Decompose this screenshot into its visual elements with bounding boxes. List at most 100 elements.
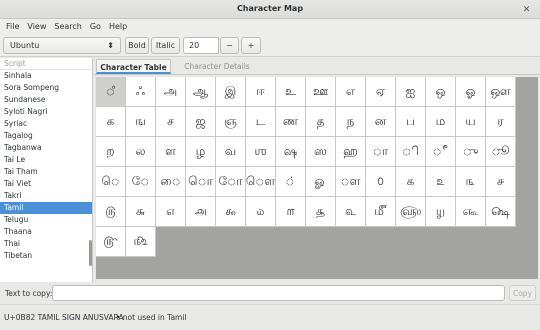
menu-help[interactable]: Help: [109, 22, 127, 31]
character-cell[interactable]: ௭: [156, 197, 186, 227]
character-cell[interactable]: ட: [246, 107, 276, 137]
character-cell[interactable]: ௨: [426, 167, 456, 197]
character-cell[interactable]: ஓ: [456, 77, 486, 107]
character-cell[interactable]: ௲: [306, 197, 336, 227]
character-cell[interactable]: ◌ௌ: [246, 167, 276, 197]
script-item[interactable]: Syriac: [0, 118, 92, 130]
character-cell[interactable]: ௹: [96, 227, 126, 257]
decrease-size-button[interactable]: −: [220, 37, 239, 54]
character-cell[interactable]: ஜ: [186, 107, 216, 137]
character-cell[interactable]: ச: [156, 107, 186, 137]
character-cell[interactable]: ◌ூ: [486, 137, 516, 167]
character-cell[interactable]: ◌ா: [366, 137, 396, 167]
menu-search[interactable]: Search: [54, 22, 81, 31]
menu-go[interactable]: Go: [90, 22, 101, 31]
character-cell[interactable]: ◌ஂ: [96, 77, 126, 107]
script-item[interactable]: Tamil: [0, 202, 92, 214]
menu-view[interactable]: View: [27, 22, 46, 31]
character-cell[interactable]: ஸ: [306, 137, 336, 167]
italic-button[interactable]: Italic: [151, 37, 180, 54]
character-cell[interactable]: இ: [216, 77, 246, 107]
character-cell[interactable]: த: [306, 107, 336, 137]
copy-text-input[interactable]: [52, 285, 505, 301]
character-cell[interactable]: ன: [366, 107, 396, 137]
increase-size-button[interactable]: +: [241, 37, 261, 54]
character-cell[interactable]: ஷ: [276, 137, 306, 167]
character-cell[interactable]: ழ: [186, 137, 216, 167]
character-cell[interactable]: ஐ: [396, 77, 426, 107]
character-cell[interactable]: ◌்: [276, 167, 306, 197]
character-cell[interactable]: ◌ொ: [186, 167, 216, 197]
bold-button[interactable]: Bold: [125, 37, 149, 54]
character-cell[interactable]: ௸: [486, 197, 516, 227]
character-cell[interactable]: எ: [336, 77, 366, 107]
character-cell[interactable]: ◌ௗ: [336, 167, 366, 197]
font-selector[interactable]: Ubuntu ⬍: [3, 37, 121, 54]
menu-file[interactable]: File: [6, 22, 19, 31]
character-cell[interactable]: ௱: [276, 197, 306, 227]
script-item[interactable]: Sinhala: [0, 70, 92, 82]
script-item[interactable]: Tagalog: [0, 130, 92, 142]
character-cell[interactable]: ௯: [216, 197, 246, 227]
character-cell[interactable]: ௪: [486, 167, 516, 197]
character-cell[interactable]: ௩: [456, 167, 486, 197]
script-item[interactable]: Sundanese: [0, 94, 92, 106]
character-cell[interactable]: ம: [426, 107, 456, 137]
script-item[interactable]: Tai Tham: [0, 166, 92, 178]
character-cell[interactable]: ◌ே: [126, 167, 156, 197]
character-cell[interactable]: ◌ெ: [96, 167, 126, 197]
character-cell[interactable]: ௳: [336, 197, 366, 227]
character-cell[interactable]: ண: [276, 107, 306, 137]
character-cell[interactable]: ௫: [96, 197, 126, 227]
character-cell[interactable]: ◌ீ: [426, 137, 456, 167]
character-cell[interactable]: ல: [126, 137, 156, 167]
script-item[interactable]: Tagbanwa: [0, 142, 92, 154]
character-cell[interactable]: ள: [156, 137, 186, 167]
character-cell[interactable]: ௺: [126, 227, 156, 257]
character-cell[interactable]: உ: [276, 77, 306, 107]
character-cell[interactable]: ஒ: [426, 77, 456, 107]
character-cell[interactable]: ௦: [366, 167, 396, 197]
character-cell[interactable]: ◌ு: [456, 137, 486, 167]
character-cell[interactable]: ந: [336, 107, 366, 137]
script-item[interactable]: Thai: [0, 238, 92, 250]
script-item[interactable]: Tai Viet: [0, 178, 92, 190]
character-cell[interactable]: ற: [96, 137, 126, 167]
character-cell[interactable]: ௧: [396, 167, 426, 197]
tab-character-table[interactable]: Character Table: [96, 59, 171, 74]
character-cell[interactable]: ௐ: [306, 167, 336, 197]
character-cell[interactable]: ஆ: [186, 77, 216, 107]
character-cell[interactable]: ஊ: [306, 77, 336, 107]
scrollbar-thumb[interactable]: [89, 240, 92, 266]
script-item[interactable]: Sora Sompeng: [0, 82, 92, 94]
script-item[interactable]: Tibetan: [0, 250, 92, 262]
character-cell[interactable]: ௰: [246, 197, 276, 227]
character-cell[interactable]: வ: [216, 137, 246, 167]
script-item[interactable]: Thaana: [0, 226, 92, 238]
script-item[interactable]: Takri: [0, 190, 92, 202]
tab-character-details[interactable]: Character Details: [180, 59, 254, 74]
character-cell[interactable]: ௵: [396, 197, 426, 227]
character-cell[interactable]: ௮: [186, 197, 216, 227]
character-cell[interactable]: ய: [456, 107, 486, 137]
character-cell[interactable]: ◌ோ: [216, 167, 246, 197]
font-size-input[interactable]: 20: [183, 37, 219, 54]
character-cell[interactable]: ◌ை: [156, 167, 186, 197]
character-cell[interactable]: ப: [396, 107, 426, 137]
character-cell[interactable]: ௬: [126, 197, 156, 227]
character-cell[interactable]: ங: [126, 107, 156, 137]
character-cell[interactable]: ஶ: [246, 137, 276, 167]
character-cell[interactable]: ஈ: [246, 77, 276, 107]
character-cell[interactable]: ௴: [366, 197, 396, 227]
character-cell[interactable]: அ: [156, 77, 186, 107]
character-cell[interactable]: ௶: [426, 197, 456, 227]
character-cell[interactable]: ஔ: [486, 77, 516, 107]
character-cell[interactable]: க: [96, 107, 126, 137]
character-cell[interactable]: ஹ: [336, 137, 366, 167]
character-cell[interactable]: ௷: [456, 197, 486, 227]
script-item[interactable]: Tai Le: [0, 154, 92, 166]
script-item[interactable]: Telugu: [0, 214, 92, 226]
character-cell[interactable]: ஃ: [126, 77, 156, 107]
character-cell[interactable]: ர: [486, 107, 516, 137]
script-item[interactable]: Syloti Nagri: [0, 106, 92, 118]
